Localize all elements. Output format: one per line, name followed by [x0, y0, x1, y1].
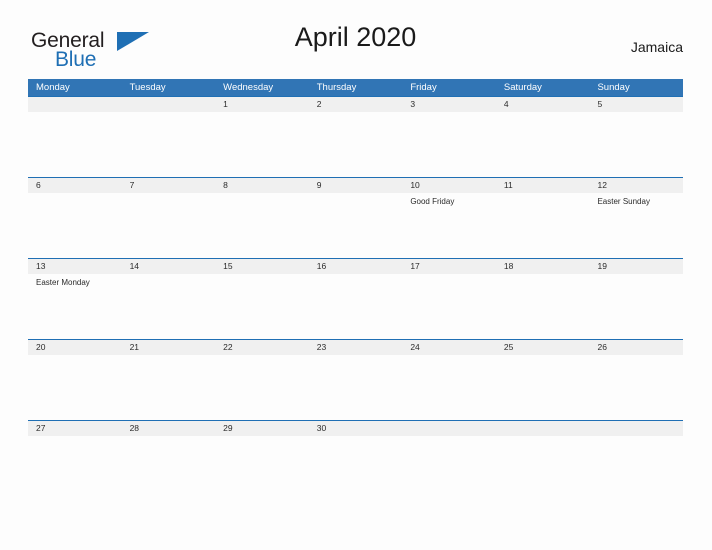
day-number[interactable]: 4 — [496, 97, 590, 112]
day-number[interactable]: 24 — [402, 340, 496, 355]
day-number[interactable]: 29 — [215, 421, 309, 436]
day-number[interactable]: 28 — [122, 421, 216, 436]
day-event — [496, 355, 590, 419]
day-number[interactable]: 13 — [28, 259, 122, 274]
day-number[interactable]: 20 — [28, 340, 122, 355]
day-number[interactable]: 7 — [122, 178, 216, 193]
week-event-strip — [28, 436, 683, 500]
week-date-strip: 20 21 22 23 24 25 26 — [28, 340, 683, 355]
weekday-header-thursday: Thursday — [316, 82, 357, 93]
weekday-header-wednesday: Wednesday — [223, 82, 274, 93]
week-event-strip: Easter Monday — [28, 274, 683, 338]
week-row: 27 28 29 30 — [28, 420, 683, 501]
weekday-header-tuesday: Tuesday — [129, 82, 166, 93]
day-number[interactable]: 30 — [309, 421, 403, 436]
day-event — [402, 436, 496, 500]
day-event — [215, 436, 309, 500]
day-number[interactable] — [402, 421, 496, 436]
weekday-header-saturday: Saturday — [503, 82, 542, 93]
day-event — [122, 112, 216, 176]
day-event — [309, 436, 403, 500]
day-event — [122, 355, 216, 419]
day-event — [215, 355, 309, 419]
week-row: 1 2 3 4 5 — [28, 96, 683, 177]
day-number[interactable] — [589, 421, 683, 436]
day-event — [402, 355, 496, 419]
week-event-strip — [28, 112, 683, 176]
day-number[interactable] — [28, 97, 122, 112]
country-label: Jamaica — [630, 39, 683, 55]
day-number[interactable]: 8 — [215, 178, 309, 193]
day-number[interactable]: 27 — [28, 421, 122, 436]
week-event-strip — [28, 355, 683, 419]
day-number[interactable]: 10 — [402, 178, 496, 193]
week-date-strip: 13 14 15 16 17 18 19 — [28, 259, 683, 274]
day-number[interactable]: 2 — [309, 97, 403, 112]
day-event — [215, 112, 309, 176]
day-number[interactable]: 6 — [28, 178, 122, 193]
day-number[interactable] — [496, 421, 590, 436]
day-event — [589, 355, 683, 419]
day-number[interactable]: 5 — [589, 97, 683, 112]
day-event — [28, 112, 122, 176]
day-number[interactable]: 22 — [215, 340, 309, 355]
page-title: April 2020 — [294, 22, 417, 52]
weekday-header-sunday: Sunday — [597, 82, 630, 93]
day-number[interactable]: 18 — [496, 259, 590, 274]
weekday-header-row: Monday Tuesday Wednesday Thursday Friday… — [28, 79, 683, 96]
day-event — [122, 436, 216, 500]
week-row: 6 7 8 9 10 11 12 Good Friday Easter Sund… — [28, 177, 683, 258]
day-event-easter-monday: Easter Monday — [36, 278, 90, 287]
day-event — [589, 274, 683, 338]
day-number[interactable]: 21 — [122, 340, 216, 355]
day-number[interactable]: 25 — [496, 340, 590, 355]
day-event — [589, 436, 683, 500]
day-event — [215, 193, 309, 257]
day-number[interactable]: 11 — [496, 178, 590, 193]
weekday-header-monday: Monday — [36, 82, 70, 93]
day-number[interactable]: 1 — [215, 97, 309, 112]
day-event — [28, 436, 122, 500]
day-number[interactable]: 23 — [309, 340, 403, 355]
day-event — [496, 274, 590, 338]
week-date-strip: 1 2 3 4 5 — [28, 97, 683, 112]
day-event — [28, 355, 122, 419]
day-event — [309, 355, 403, 419]
day-number[interactable]: 3 — [402, 97, 496, 112]
day-event — [309, 274, 403, 338]
day-event — [122, 193, 216, 257]
day-number[interactable]: 12 — [589, 178, 683, 193]
day-event-easter-sunday: Easter Sunday — [597, 197, 650, 206]
day-event — [496, 112, 590, 176]
day-number[interactable]: 26 — [589, 340, 683, 355]
day-event — [309, 193, 403, 257]
day-event — [496, 193, 590, 257]
page-header: General Blue April 2020 Jamaica — [28, 22, 683, 72]
week-date-strip: 6 7 8 9 10 11 12 — [28, 178, 683, 193]
day-event — [309, 112, 403, 176]
week-event-strip: Good Friday Easter Sunday — [28, 193, 683, 257]
day-event — [215, 274, 309, 338]
day-event — [402, 112, 496, 176]
day-number[interactable]: 15 — [215, 259, 309, 274]
weekday-header-friday: Friday — [410, 82, 437, 93]
day-number[interactable]: 17 — [402, 259, 496, 274]
day-number[interactable] — [122, 97, 216, 112]
day-event — [28, 193, 122, 257]
week-row: 20 21 22 23 24 25 26 — [28, 339, 683, 420]
week-date-strip: 27 28 29 30 — [28, 421, 683, 436]
week-row: 13 14 15 16 17 18 19 Easter Monday — [28, 258, 683, 339]
day-event — [589, 112, 683, 176]
day-event — [496, 436, 590, 500]
day-event-good-friday: Good Friday — [410, 197, 455, 206]
day-number[interactable]: 16 — [309, 259, 403, 274]
calendar-page: General Blue April 2020 Jamaica Monday T… — [0, 0, 712, 550]
calendar-grid: Monday Tuesday Wednesday Thursday Friday… — [28, 79, 683, 501]
day-event — [402, 274, 496, 338]
day-number[interactable]: 19 — [589, 259, 683, 274]
day-number[interactable]: 9 — [309, 178, 403, 193]
day-number[interactable]: 14 — [122, 259, 216, 274]
day-event — [122, 274, 216, 338]
